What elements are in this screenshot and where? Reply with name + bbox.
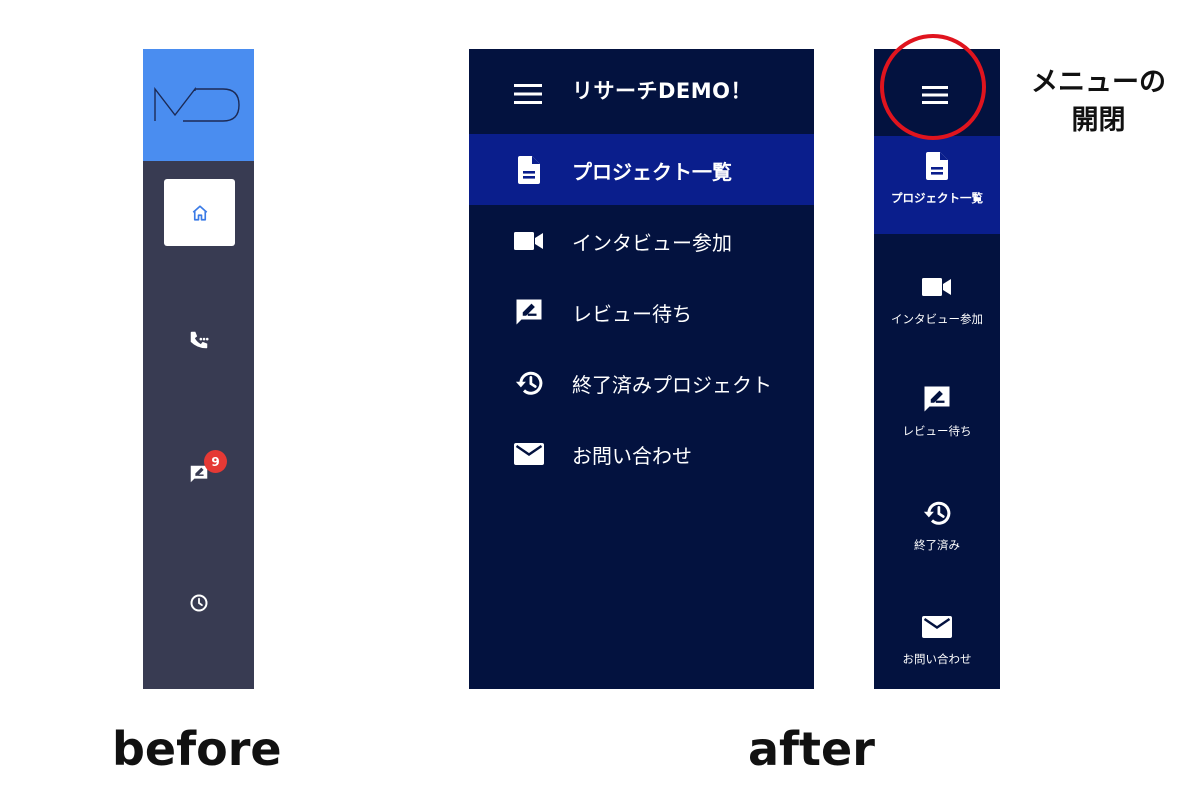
annotation-note: メニューの 開閉	[1016, 64, 1181, 140]
hamburger-icon	[514, 84, 542, 104]
menu-toggle-button[interactable]	[514, 83, 544, 105]
phone-dots-icon	[184, 325, 214, 355]
history-icon	[921, 497, 953, 529]
menu-item-review[interactable]: レビュー待ち	[874, 369, 1000, 467]
expanded-menu: リサーチDEMO！ プロジェクト一覧 インタビュー参加 レビュー待ち 終了済みプ…	[469, 49, 814, 689]
sidebar-item-home[interactable]	[164, 179, 235, 246]
menu-item-interview[interactable]: インタビュー参加	[874, 257, 1000, 355]
annotation-line: メニューの	[1031, 67, 1166, 98]
app-title: リサーチDEMO！	[572, 79, 753, 103]
document-icon	[513, 154, 545, 186]
mail-icon	[921, 611, 953, 643]
review-icon	[921, 383, 953, 415]
menu-item-label: お問い合わせ	[902, 652, 972, 666]
highlight-circle	[880, 34, 986, 140]
md-logo-icon	[154, 87, 240, 122]
video-camera-icon	[513, 225, 545, 257]
before-sidebar: 9	[143, 49, 254, 689]
menu-item-label: お問い合わせ	[572, 444, 692, 468]
home-icon	[185, 198, 215, 228]
video-camera-icon	[921, 271, 953, 303]
menu-item-contact[interactable]: お問い合わせ	[874, 597, 1000, 695]
menu-item-label: インタビュー参加	[572, 231, 732, 255]
menu-item-label: プロジェクト一覧	[891, 191, 983, 205]
menu-header: リサーチDEMO！	[469, 49, 814, 134]
before-caption: before	[112, 722, 282, 776]
logo[interactable]	[143, 49, 254, 161]
menu-item-label: 終了済みプロジェクト	[572, 373, 772, 397]
sidebar-item-calls[interactable]	[184, 325, 214, 355]
clock-icon	[184, 588, 214, 618]
menu-item-finished-projects[interactable]: 終了済み	[874, 483, 1000, 581]
menu-item-label: 終了済み	[914, 538, 960, 552]
sidebar-item-history[interactable]	[184, 588, 214, 618]
history-icon	[513, 367, 545, 399]
menu-item-review[interactable]: レビュー待ち	[469, 276, 814, 347]
annotation-line: 開閉	[1071, 105, 1126, 136]
menu-item-label: レビュー待ち	[902, 424, 972, 438]
menu-item-finished-projects[interactable]: 終了済みプロジェクト	[469, 347, 814, 418]
mail-icon	[513, 438, 545, 470]
review-icon	[513, 296, 545, 328]
menu-item-label: インタビュー参加	[891, 312, 983, 326]
notification-badge: 9	[204, 450, 227, 473]
collapsed-menu: プロジェクト一覧 インタビュー参加 レビュー待ち 終了済み お問い合わせ	[874, 49, 1000, 689]
menu-item-contact[interactable]: お問い合わせ	[469, 418, 814, 489]
document-icon	[921, 150, 953, 182]
menu-item-label: プロジェクト一覧	[572, 160, 732, 184]
after-caption: after	[748, 722, 875, 776]
menu-item-label: レビュー待ち	[572, 302, 692, 326]
menu-item-projects[interactable]: プロジェクト一覧	[469, 134, 814, 205]
menu-item-interview[interactable]: インタビュー参加	[469, 205, 814, 276]
menu-item-projects[interactable]: プロジェクト一覧	[874, 136, 1000, 234]
